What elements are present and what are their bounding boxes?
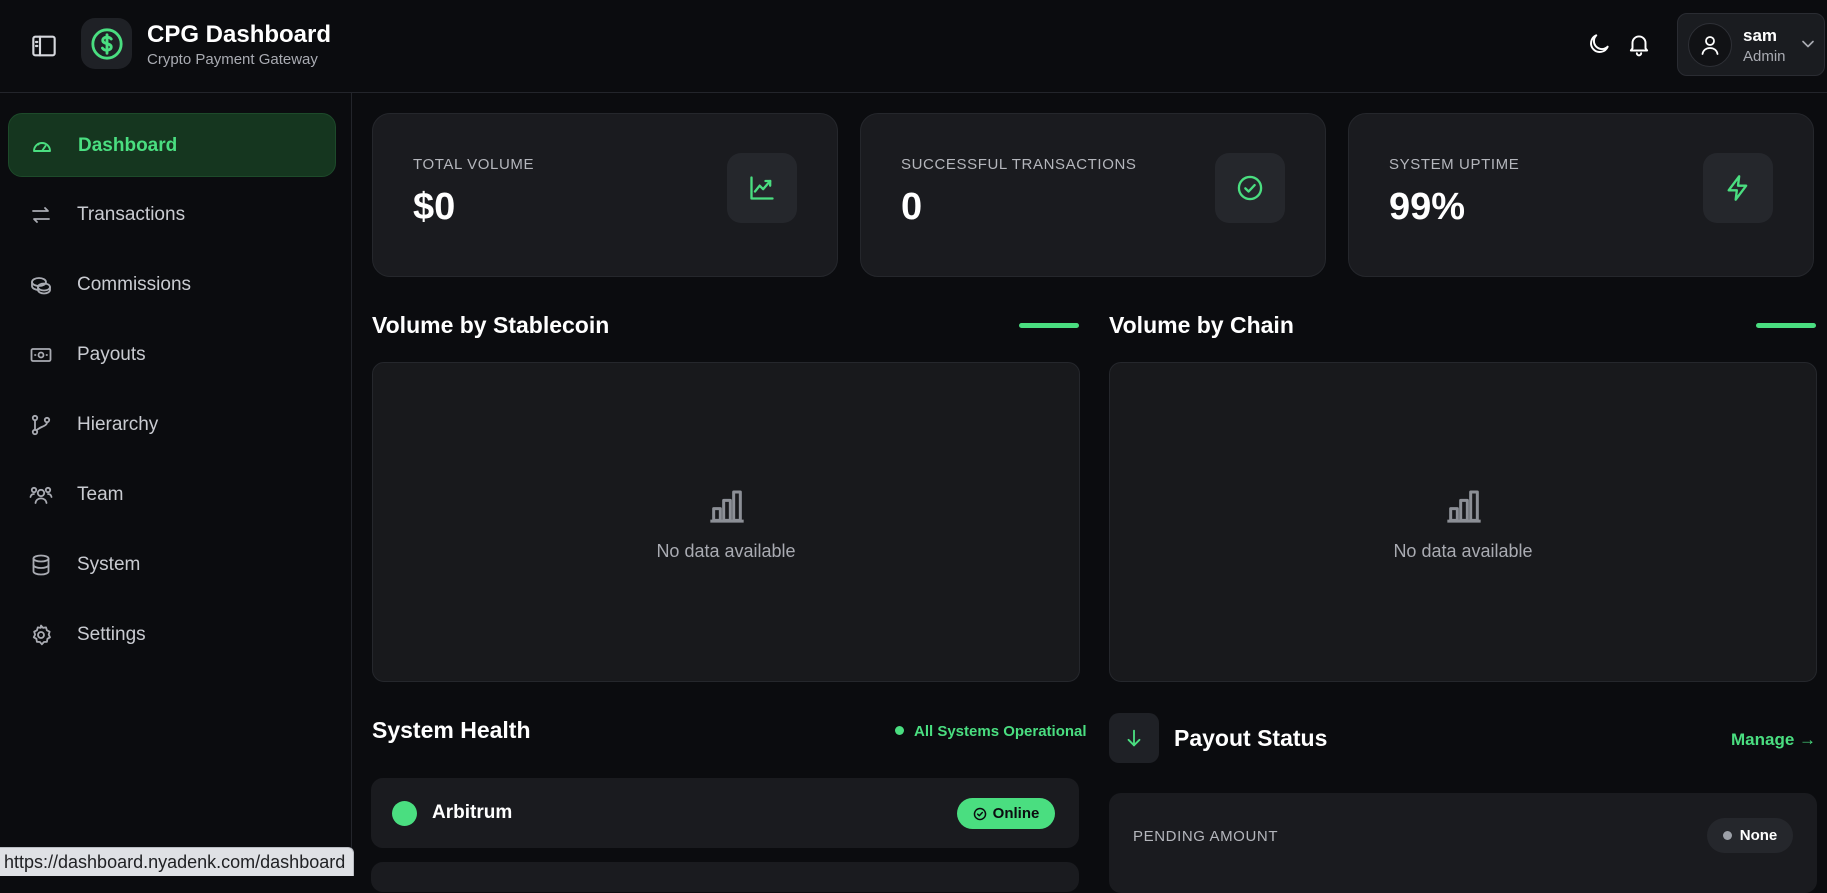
check-circle-icon <box>973 807 987 821</box>
sidebar-item-label: Settings <box>77 624 146 645</box>
bar-chart-icon <box>707 487 747 527</box>
sidebar-item-system[interactable]: System <box>8 533 336 597</box>
status-dot-icon <box>895 726 904 735</box>
payout-status-title: Payout Status <box>1174 725 1328 751</box>
app-subtitle: Crypto Payment Gateway <box>147 51 318 68</box>
system-status-text: All Systems Operational <box>914 723 1087 740</box>
pending-amount-card: PENDING AMOUNT None <box>1109 793 1817 893</box>
sidebar-item-label: Dashboard <box>78 135 178 156</box>
check-circle-icon <box>1215 153 1285 223</box>
chart-panel-chain: No data available <box>1109 362 1817 682</box>
online-badge-label: Online <box>992 805 1040 822</box>
user-avatar-icon <box>1688 23 1732 67</box>
status-dot-icon <box>1722 831 1732 840</box>
chart-title-chain: Volume by Chain <box>1109 312 1294 338</box>
status-bar-url: https://dashboard.nyadenk.com/dashboard <box>0 847 355 876</box>
chevron-down-icon <box>1798 34 1818 54</box>
sidebar-item-dashboard[interactable]: Dashboard <box>8 113 336 177</box>
pending-status-badge: None <box>1707 818 1793 853</box>
sidebar-item-team[interactable]: Team <box>8 463 336 527</box>
sidebar-toggle-icon[interactable] <box>28 30 60 62</box>
stat-value: 0 <box>901 186 923 228</box>
system-status-indicator: All Systems Operational <box>895 723 1087 740</box>
sidebar: Dashboard Transactions Commissions Payou… <box>0 93 352 875</box>
sidebar-item-label: Transactions <box>77 204 186 225</box>
online-badge: Online <box>957 798 1055 829</box>
top-header: CPG Dashboard Crypto Payment Gateway sam… <box>0 0 1827 93</box>
health-row <box>371 862 1079 892</box>
stat-label: SUCCESSFUL TRANSACTIONS <box>901 156 1137 173</box>
stat-value: 99% <box>1389 186 1466 228</box>
sidebar-item-payouts[interactable]: Payouts <box>8 323 336 387</box>
bar-chart-icon <box>1444 487 1484 527</box>
sidebar-item-hierarchy[interactable]: Hierarchy <box>8 393 336 457</box>
pending-status-label: None <box>1739 827 1778 844</box>
zap-icon <box>1703 153 1773 223</box>
sidebar-item-label: Payouts <box>77 344 146 365</box>
gear-icon <box>29 623 53 647</box>
stat-card-successful-transactions: SUCCESSFUL TRANSACTIONS 0 <box>860 113 1326 277</box>
sidebar-item-label: Commissions <box>77 274 192 295</box>
git-branch-icon <box>29 413 53 437</box>
accent-divider <box>1756 323 1816 328</box>
stat-card-system-uptime: SYSTEM UPTIME 99% <box>1348 113 1814 277</box>
users-icon <box>29 483 53 507</box>
banknote-icon <box>29 343 53 367</box>
trending-up-icon <box>727 153 797 223</box>
arrow-down-icon <box>1109 713 1159 763</box>
sidebar-item-settings[interactable]: Settings <box>8 603 336 667</box>
arrows-left-right-icon <box>29 203 53 227</box>
chart-panel-stablecoin: No data available <box>372 362 1080 682</box>
stat-value: $0 <box>413 186 456 228</box>
accent-divider <box>1019 323 1079 328</box>
logo-dollar-icon <box>81 18 132 69</box>
database-icon <box>29 553 53 577</box>
health-row-arbitrum: Arbitrum Online <box>371 778 1079 848</box>
user-menu[interactable]: sam Admin <box>1677 13 1825 76</box>
user-role: Admin <box>1743 48 1786 65</box>
chart-title-stablecoin: Volume by Stablecoin <box>372 312 610 338</box>
sidebar-item-label: Hierarchy <box>77 414 159 435</box>
sidebar-item-label: System <box>77 554 141 575</box>
user-name: sam <box>1743 26 1778 45</box>
chain-name: Arbitrum <box>432 802 513 823</box>
pending-amount-label: PENDING AMOUNT <box>1133 828 1279 845</box>
empty-state-text: No data available <box>1393 541 1533 561</box>
gauge-icon <box>30 134 54 158</box>
moon-icon[interactable] <box>1586 31 1614 59</box>
stat-label: TOTAL VOLUME <box>413 156 535 173</box>
coins-icon <box>29 273 53 297</box>
manage-link[interactable]: Manage → <box>1731 730 1816 750</box>
stat-label: SYSTEM UPTIME <box>1389 156 1520 173</box>
sidebar-item-label: Team <box>77 484 124 505</box>
stat-card-total-volume: TOTAL VOLUME $0 <box>372 113 838 277</box>
empty-state-text: No data available <box>656 541 796 561</box>
bell-icon[interactable] <box>1626 31 1654 59</box>
sidebar-item-transactions[interactable]: Transactions <box>8 183 336 247</box>
system-health-title: System Health <box>372 717 531 743</box>
sidebar-item-commissions[interactable]: Commissions <box>8 253 336 317</box>
app-title: CPG Dashboard <box>147 21 332 48</box>
status-dot-icon <box>392 801 417 826</box>
